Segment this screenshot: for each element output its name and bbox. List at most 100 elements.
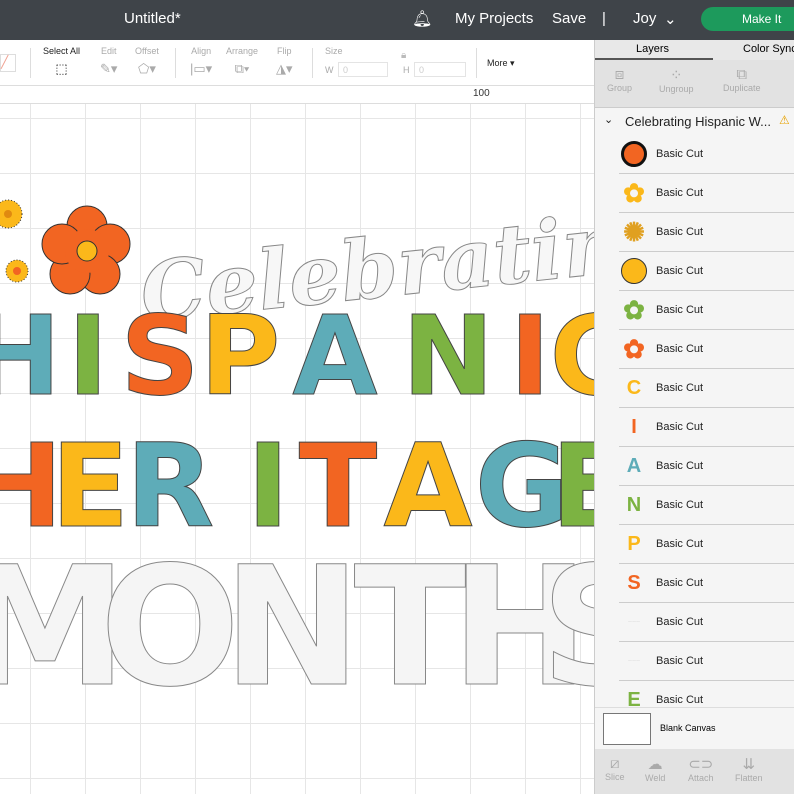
group-button[interactable]: ⧈ Group bbox=[607, 66, 632, 93]
flip-icon: ◮▾ bbox=[276, 61, 293, 76]
design-artwork[interactable]: Celebrating HISPANIC HERITAGE MONTHS bbox=[0, 104, 594, 794]
layer-item[interactable]: ✿ Basic Cut bbox=[619, 291, 794, 330]
user-menu[interactable]: Joy bbox=[633, 10, 656, 27]
design-letter: C bbox=[550, 292, 594, 420]
warning-icon[interactable]: ⚠ bbox=[779, 113, 790, 127]
ungroup-button[interactable]: ⁘ Ungroup bbox=[659, 66, 694, 94]
width-input[interactable]: 0 bbox=[338, 62, 388, 77]
divider bbox=[175, 48, 176, 78]
layer-thumbnail-faint-icon: ~~~ bbox=[627, 657, 641, 665]
chevron-down-icon[interactable]: ⌄ bbox=[664, 10, 677, 28]
layer-item[interactable]: P Basic Cut bbox=[619, 525, 794, 564]
my-projects-link[interactable]: My Projects bbox=[455, 10, 533, 27]
top-bar: Untitled* 🔔︎ My Projects Save | Joy ⌄ Ma… bbox=[0, 0, 794, 40]
lock-icon[interactable]: 🔒︎ bbox=[401, 50, 406, 61]
layer-label: Basic Cut bbox=[656, 655, 704, 667]
ruler-label: 100 bbox=[473, 88, 490, 99]
label: Select All bbox=[43, 46, 81, 56]
layer-thumbnail-A-icon: A bbox=[626, 454, 642, 477]
layer-label: Basic Cut bbox=[656, 382, 704, 394]
weld-button[interactable]: ☁ Weld bbox=[645, 755, 665, 783]
layer-thumbnail-flower-orange-icon: ✿ bbox=[623, 333, 645, 364]
layer-label: Basic Cut bbox=[656, 460, 704, 472]
save-button[interactable]: Save bbox=[552, 10, 586, 27]
flatten-button[interactable]: ⇊ Flatten bbox=[735, 755, 763, 783]
attach-icon: ⊂⊃ bbox=[688, 756, 714, 773]
more-button[interactable]: More ▾ bbox=[487, 58, 515, 69]
label: Arrange bbox=[226, 46, 259, 56]
tab-color-sync[interactable]: Color Sync bbox=[743, 43, 794, 55]
chevron-down-icon[interactable]: ⌄ bbox=[604, 113, 613, 126]
divider bbox=[30, 48, 31, 78]
bottom-tools: ⧄ Slice ☁ Weld ⊂⊃ Attach ⇊ Flatten bbox=[595, 749, 794, 794]
linetype-swatch[interactable]: ╱ bbox=[0, 54, 16, 72]
bell-icon[interactable]: 🔔︎ bbox=[412, 9, 432, 29]
small-flower-icon bbox=[5, 259, 29, 283]
size-group: Size bbox=[325, 46, 343, 56]
edit-button[interactable]: Edit ✎▾ bbox=[100, 46, 117, 77]
layer-item[interactable]: I Basic Cut bbox=[619, 408, 794, 447]
design-letter: N bbox=[223, 531, 361, 723]
offset-button[interactable]: Offset ⬠▾ bbox=[135, 46, 159, 77]
label: Weld bbox=[645, 773, 666, 783]
blank-canvas-row[interactable]: Blank Canvas bbox=[595, 707, 794, 749]
align-button[interactable]: Align |▭▾ bbox=[190, 46, 212, 77]
design-letter: I bbox=[68, 292, 109, 420]
design-letter: S bbox=[120, 292, 199, 420]
layer-thumbnail-sun-icon: ✺ bbox=[623, 216, 645, 247]
layer-item[interactable]: Basic Cut bbox=[619, 135, 794, 174]
layer-thumbnail-I-icon: I bbox=[631, 415, 637, 438]
group-icon: ⧈ bbox=[614, 66, 625, 83]
layer-group[interactable]: ⌄ Celebrating Hispanic W... ⚠ bbox=[595, 108, 794, 134]
divider bbox=[312, 48, 313, 78]
label: Offset bbox=[135, 46, 159, 56]
attach-button[interactable]: ⊂⊃ Attach bbox=[688, 755, 714, 783]
arrange-button[interactable]: Arrange ⧉▾ bbox=[226, 46, 258, 77]
layer-list: Basic Cut ✿ Basic Cut ✺ Basic Cut Basic Cut ✿ B… bbox=[595, 135, 794, 707]
ruler: 100 bbox=[0, 86, 594, 104]
months-text: MONTHS bbox=[0, 531, 594, 724]
design-letter: S bbox=[541, 531, 594, 723]
label: Flip bbox=[277, 46, 292, 56]
select-all-icon: ⬚ bbox=[55, 61, 68, 76]
design-letter: H bbox=[0, 292, 61, 420]
layers-panel: Layers Color Sync ⧈ Group ⁘ Ungroup ⧉ Dupli… bbox=[594, 40, 794, 794]
layer-item[interactable]: N Basic Cut bbox=[619, 486, 794, 525]
design-letter: O bbox=[100, 531, 240, 723]
flatten-icon: ⇊ bbox=[742, 756, 756, 773]
pencil-icon: ✎▾ bbox=[100, 61, 118, 76]
layer-label: Basic Cut bbox=[656, 304, 704, 316]
height-label: H bbox=[403, 65, 410, 75]
design-canvas[interactable]: Celebrating HISPANIC HERITAGE MONTHS bbox=[0, 104, 594, 794]
slice-button[interactable]: ⧄ Slice bbox=[605, 755, 625, 782]
layer-thumbnail-C-icon: C bbox=[626, 376, 642, 399]
design-letter: I bbox=[510, 292, 551, 420]
layer-item[interactable]: ✿ Basic Cut bbox=[619, 330, 794, 369]
group-name: Celebrating Hispanic W... bbox=[625, 114, 771, 129]
layer-item[interactable]: ~~~ Basic Cut bbox=[619, 642, 794, 681]
layer-label: Basic Cut bbox=[656, 421, 704, 433]
layer-label: Basic Cut bbox=[656, 148, 704, 160]
design-letter: N bbox=[402, 292, 494, 420]
select-all-button[interactable]: Select All ⬚ bbox=[43, 46, 80, 77]
make-it-button[interactable]: Make It bbox=[701, 7, 794, 31]
layer-item[interactable]: E Basic Cut bbox=[619, 681, 794, 708]
layer-item[interactable]: C Basic Cut bbox=[619, 369, 794, 408]
layer-item[interactable]: Basic Cut bbox=[619, 252, 794, 291]
duplicate-button[interactable]: ⧉ Duplicate bbox=[723, 66, 761, 93]
layer-label: Basic Cut bbox=[656, 577, 704, 589]
flip-button[interactable]: Flip ◮▾ bbox=[276, 46, 293, 77]
align-icon: |▭▾ bbox=[190, 61, 213, 76]
sun-icon bbox=[0, 199, 23, 229]
arrange-icon: ⧉▾ bbox=[234, 61, 250, 76]
layer-item[interactable]: ~~~ Basic Cut bbox=[619, 603, 794, 642]
layer-item[interactable]: S Basic Cut bbox=[619, 564, 794, 603]
height-input[interactable]: 0 bbox=[414, 62, 466, 77]
layer-thumbnail-P-icon: P bbox=[627, 532, 641, 555]
layer-thumbnail-flower-yellow-icon: ✿ bbox=[623, 177, 645, 208]
layer-item[interactable]: A Basic Cut bbox=[619, 447, 794, 486]
tab-layers[interactable]: Layers bbox=[636, 43, 669, 55]
layer-item[interactable]: ✿ Basic Cut bbox=[619, 174, 794, 213]
design-letter: T bbox=[354, 531, 467, 723]
layer-item[interactable]: ✺ Basic Cut bbox=[619, 213, 794, 252]
